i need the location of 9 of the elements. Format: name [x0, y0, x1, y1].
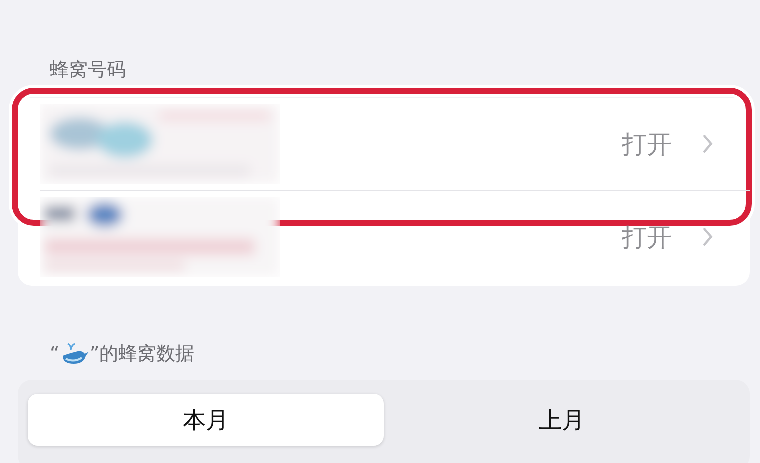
row-value: 打开	[622, 222, 672, 254]
segment-tab[interactable]: 本月	[28, 394, 384, 446]
row-value: 打开	[622, 128, 672, 160]
chevron-icon	[702, 227, 714, 247]
section-header: 蜂窝号码	[49, 58, 127, 82]
chevron-icon	[702, 134, 714, 154]
segment-tab[interactable]: 上月	[384, 394, 740, 446]
section-header: ”的蜂窝数据	[90, 342, 195, 367]
section-header: “	[50, 343, 60, 365]
